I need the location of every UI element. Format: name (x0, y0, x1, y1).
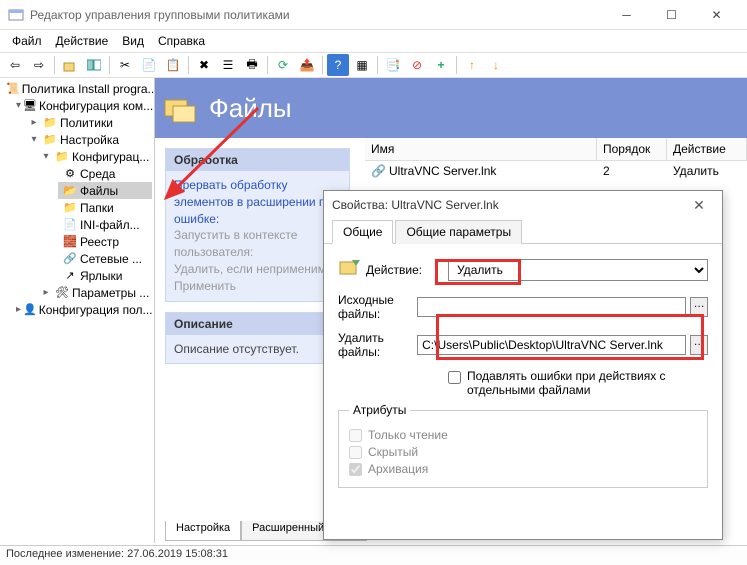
refresh-button[interactable]: ⟳ (272, 54, 294, 76)
files-header-icon (163, 90, 199, 126)
tree-files[interactable]: 📂Файлы (58, 182, 152, 199)
shortcut-icon: 🔗 (371, 164, 385, 178)
move-down-button[interactable]: ↓ (485, 54, 507, 76)
delete-browse-button[interactable]: … (690, 335, 708, 355)
attr-hidden-checkbox (349, 446, 362, 459)
toolbar: ⇦ ⇨ ✂ 📄 📋 ✖ ☰ 🖶 ⟳ 📤 ? ▦ 📑 ⊘ + ↑ ↓ (0, 52, 747, 78)
delete-button[interactable]: ✖ (193, 54, 215, 76)
attr-readonly-checkbox (349, 429, 362, 442)
action-select[interactable]: Удалить (448, 259, 708, 281)
source-browse-button[interactable]: … (690, 297, 708, 317)
window-title: Редактор управления групповыми политикам… (30, 8, 604, 22)
processing-run-context: Запустить в контексте пользователя: (174, 227, 341, 261)
dialog-title: Свойства: UltraVNC Server.lnk (332, 198, 684, 212)
suppress-errors-checkbox[interactable] (448, 371, 461, 384)
source-input (417, 297, 686, 317)
col-order[interactable]: Порядок (597, 138, 667, 160)
properties-dialog: Свойства: UltraVNC Server.lnk ✕ Общие Об… (323, 190, 723, 540)
tree-folders[interactable]: 📁Папки (58, 199, 152, 216)
dialog-tab-general[interactable]: Общие (332, 220, 393, 244)
export-button[interactable]: 📤 (296, 54, 318, 76)
stop-button[interactable]: ⊘ (406, 54, 428, 76)
tree-policies[interactable]: ▸📁Политики (26, 114, 152, 131)
list-row[interactable]: 🔗UltraVNC Server.lnk 2 Удалить (365, 161, 747, 181)
tree-shortcuts[interactable]: ↗Ярлыки (58, 267, 152, 284)
properties-button[interactable]: ☰ (217, 54, 239, 76)
description-body: Описание отсутствует. (174, 342, 299, 356)
tree-windows-config[interactable]: ▾📁Конфигурац... (38, 148, 152, 165)
add-button[interactable]: + (430, 54, 452, 76)
move-up-button[interactable]: ↑ (461, 54, 483, 76)
tree-control-panel[interactable]: ▸🛠Параметры ... (38, 284, 152, 301)
forward-button[interactable]: ⇨ (28, 54, 50, 76)
tree-network[interactable]: 🔗Сетевые ... (58, 250, 152, 267)
file-action-icon (338, 256, 366, 283)
tree-root[interactable]: 📜Политика Install progra... (2, 80, 152, 97)
source-label: Исходные файлы: (338, 293, 417, 321)
action-label: Действие: (366, 263, 448, 277)
help-button[interactable]: ? (327, 54, 349, 76)
menu-view[interactable]: Вид (116, 32, 150, 50)
menubar: Файл Действие Вид Справка (0, 30, 747, 52)
paste-button[interactable]: 📋 (162, 54, 184, 76)
processing-title: Обработка (166, 149, 349, 171)
tab-settings[interactable]: Настройка (165, 521, 241, 541)
processing-stop-label: Прервать обработку элементов в расширени… (174, 177, 341, 227)
dialog-tabs: Общие Общие параметры (324, 219, 722, 244)
show-tree-button[interactable] (83, 54, 105, 76)
delete-input[interactable] (417, 335, 686, 355)
menu-file[interactable]: Файл (6, 32, 48, 50)
tree-computer-config[interactable]: ▾🖥Конфигурация ком... (14, 97, 152, 114)
header-band: Файлы (155, 78, 747, 138)
delete-label: Удалить файлы: (338, 331, 417, 359)
suppress-errors-label: Подавлять ошибки при действиях с отдельн… (467, 369, 708, 397)
close-button[interactable]: ✕ (694, 1, 739, 29)
maximize-button[interactable]: ☐ (649, 1, 694, 29)
processing-apply: Применить (174, 278, 341, 295)
statusbar: Последнее изменение: 27.06.2019 15:08:31 (0, 545, 747, 565)
page-title: Файлы (209, 93, 292, 124)
back-button[interactable]: ⇦ (4, 54, 26, 76)
dialog-titlebar[interactable]: Свойства: UltraVNC Server.lnk ✕ (324, 191, 722, 219)
tree-ini-files[interactable]: 📄INI-файл... (58, 216, 152, 233)
attributes-legend: Атрибуты (349, 403, 410, 417)
print-button[interactable]: 🖶 (241, 54, 263, 76)
tab-extended[interactable]: Расширенный (241, 521, 335, 541)
col-name[interactable]: Имя (365, 138, 597, 160)
tree-user-config[interactable]: ▸👤Конфигурация пол... (14, 301, 152, 318)
cut-button[interactable]: ✂ (114, 54, 136, 76)
list-header: Имя Порядок Действие (365, 138, 747, 161)
filter-button[interactable]: 📑 (382, 54, 404, 76)
tree-registry[interactable]: 🧱Реестр (58, 233, 152, 250)
up-button[interactable] (59, 54, 81, 76)
attr-archive-checkbox (349, 463, 362, 476)
window-titlebar: Редактор управления групповыми политикам… (0, 0, 747, 30)
attributes-group: Атрибуты Только чтение Скрытый Архивация (338, 403, 708, 488)
menu-action[interactable]: Действие (50, 32, 115, 50)
tree-preferences[interactable]: ▾📁Настройка (26, 131, 152, 148)
minimize-button[interactable]: ─ (604, 1, 649, 29)
menu-help[interactable]: Справка (152, 32, 211, 50)
tree-environment[interactable]: ⚙Среда (58, 165, 152, 182)
col-action[interactable]: Действие (667, 138, 747, 160)
dialog-close-button[interactable]: ✕ (684, 197, 714, 214)
description-title: Описание (166, 313, 349, 335)
dialog-tab-common[interactable]: Общие параметры (395, 220, 522, 244)
nav-tree[interactable]: 📜Политика Install progra... ▾🖥Конфигурац… (0, 78, 155, 543)
processing-remove: Удалить, если неприменимо: (174, 261, 341, 278)
copy-button[interactable]: 📄 (138, 54, 160, 76)
app-icon (8, 7, 24, 23)
options-button[interactable]: ▦ (351, 54, 373, 76)
